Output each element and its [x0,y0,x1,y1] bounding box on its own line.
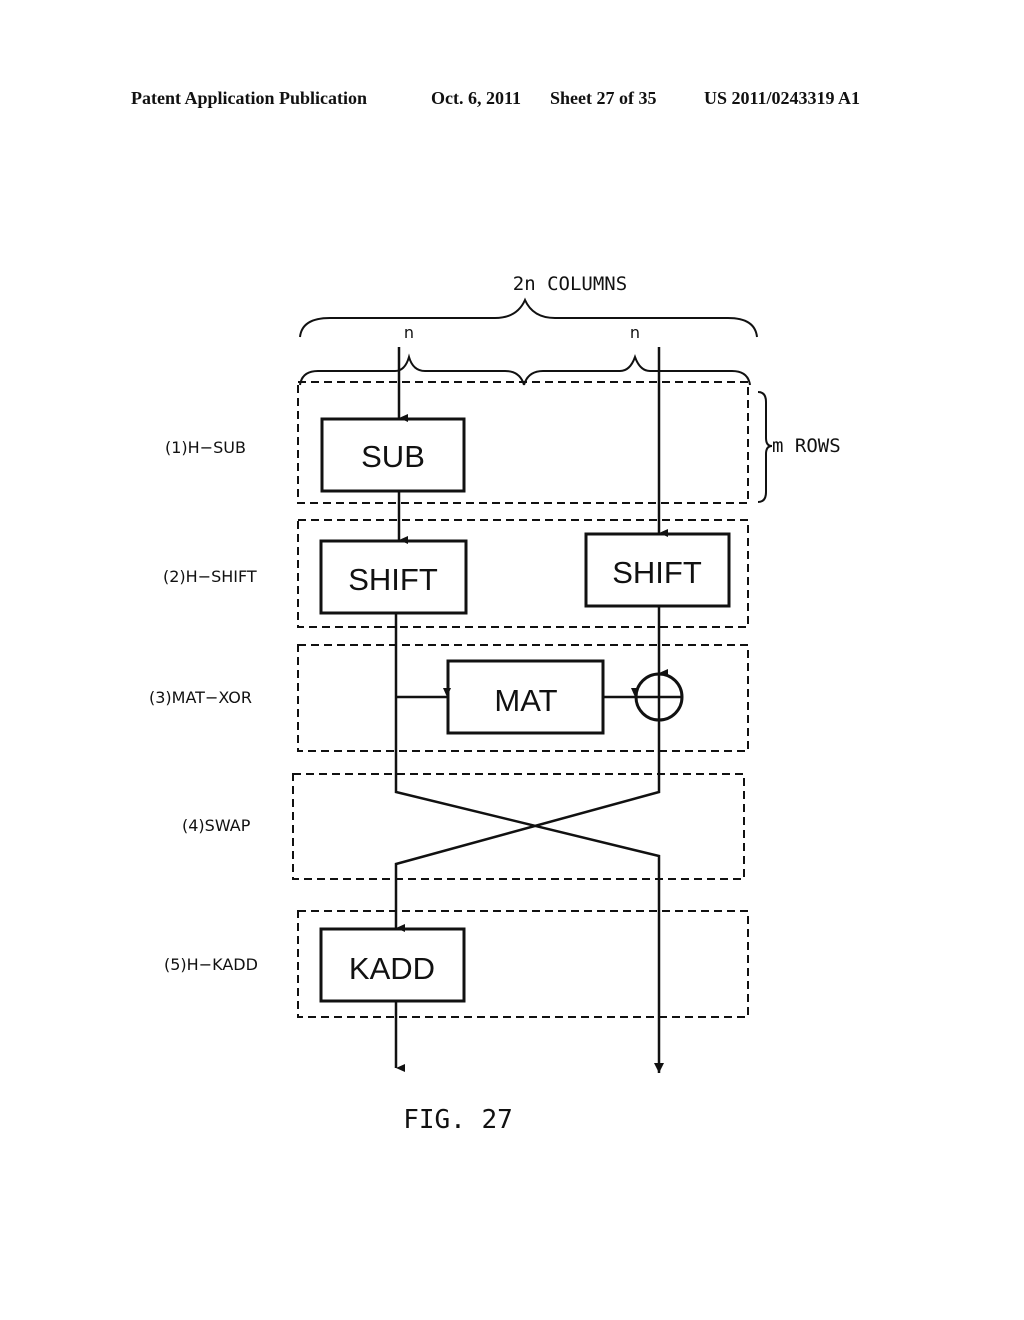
mat-block-label: MAT [494,683,557,718]
kadd-block-label: KADD [349,951,435,986]
xor-icon [634,672,684,722]
stage-label-h-kadd: (5)H−KADD [164,955,258,974]
rows-brace [757,391,773,503]
columns-label: 2n COLUMNS [513,273,627,295]
stage-label-h-shift: (2)H−SHIFT [163,567,257,586]
stage-box-swap [292,773,745,880]
stage-label-mat-xor: (3)MAT−XOR [149,688,252,707]
sub-block-label: SUB [361,439,425,474]
figure-caption: FIG. 27 [403,1105,513,1135]
output-right-arrowhead [654,1063,664,1073]
stage-label-swap: (4)SWAP [182,816,251,835]
shift-left-block-label: SHIFT [348,562,438,597]
fig27-diagram: 2n COLUMNS n n m ROWS (1)H−SUB (2)H−SHIF… [149,273,841,1135]
half-left-label: n [404,323,414,342]
left-half-brace [299,353,525,386]
columns-brace [299,297,758,338]
right-half-brace [523,354,751,386]
rows-label: m ROWS [772,435,841,457]
shift-right-block-label: SHIFT [612,555,702,590]
half-right-label: n [630,323,640,342]
stage-label-h-sub: (1)H−SUB [165,438,246,457]
